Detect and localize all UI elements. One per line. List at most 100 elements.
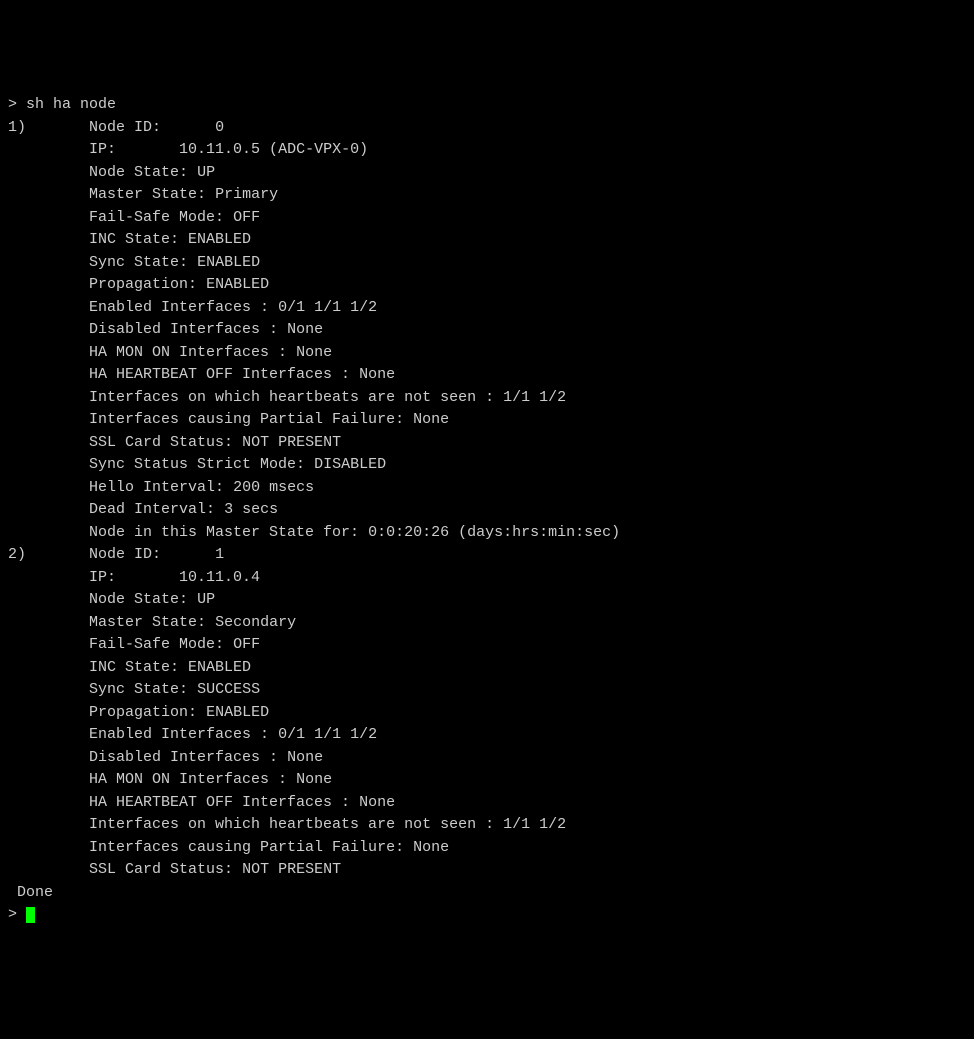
node-line: INC State: ENABLED [8, 229, 966, 252]
field-label: Interfaces causing Partial Failure: [89, 839, 404, 856]
node-index: 1) [8, 119, 26, 136]
node-line: Master State: Primary [8, 184, 966, 207]
field-value: ENABLED [188, 231, 251, 248]
field-value: 0 [215, 119, 224, 136]
node-line: Node in this Master State for: 0:0:20:26… [8, 522, 966, 545]
field-value: 1 [215, 546, 224, 563]
field-value: OFF [233, 209, 260, 226]
command-line: > sh ha node [8, 94, 966, 117]
field-value: DISABLED [314, 456, 386, 473]
node-line: Sync Status Strict Mode: DISABLED [8, 454, 966, 477]
field-value: Primary [215, 186, 278, 203]
node-line: Enabled Interfaces : 0/1 1/1 1/2 [8, 724, 966, 747]
node-line: Node State: UP [8, 589, 966, 612]
field-value: 3 secs [224, 501, 278, 518]
node-line: Propagation: ENABLED [8, 274, 966, 297]
field-label: Node ID: [89, 119, 161, 136]
node-line: SSL Card Status: NOT PRESENT [8, 859, 966, 882]
field-value: None [296, 344, 332, 361]
node-line: HA MON ON Interfaces : None [8, 342, 966, 365]
field-label: Fail-Safe Mode: [89, 209, 224, 226]
field-label: Disabled Interfaces : [89, 749, 278, 766]
node-line: Interfaces on which heartbeats are not s… [8, 814, 966, 837]
node-line: HA MON ON Interfaces : None [8, 769, 966, 792]
field-value: ENABLED [188, 659, 251, 676]
field-label: Propagation: [89, 704, 197, 721]
node-line: Interfaces on which heartbeats are not s… [8, 387, 966, 410]
prompt-symbol: > [8, 96, 17, 113]
node-line: 1) Node ID: 0 [8, 117, 966, 140]
field-value: 1/1 1/2 [503, 389, 566, 406]
node-line: Master State: Secondary [8, 612, 966, 635]
field-value: UP [197, 164, 215, 181]
terminal[interactable]: > sh ha node1) Node ID: 0 IP: 10.11.0.5 … [8, 94, 966, 927]
node-line: INC State: ENABLED [8, 657, 966, 680]
node-line: Interfaces causing Partial Failure: None [8, 409, 966, 432]
field-label: Enabled Interfaces : [89, 299, 269, 316]
field-label: HA MON ON Interfaces : [89, 771, 287, 788]
node-index: 2) [8, 546, 26, 563]
field-label: IP: [89, 569, 116, 586]
field-label: Node State: [89, 591, 188, 608]
field-value: ENABLED [197, 254, 260, 271]
done-text: Done [8, 884, 53, 901]
prompt-line: > [8, 904, 966, 927]
field-value: SUCCESS [197, 681, 260, 698]
command-text: sh ha node [26, 96, 116, 113]
node-line: Dead Interval: 3 secs [8, 499, 966, 522]
field-label: INC State: [89, 231, 179, 248]
prompt-symbol: > [8, 906, 26, 923]
field-label: Node ID: [89, 546, 161, 563]
field-value: 0:0:20:26 (days:hrs:min:sec) [368, 524, 620, 541]
field-label: Propagation: [89, 276, 197, 293]
field-value: None [296, 771, 332, 788]
field-value: 0/1 1/1 1/2 [278, 726, 377, 743]
field-label: IP: [89, 141, 116, 158]
node-line: Hello Interval: 200 msecs [8, 477, 966, 500]
field-label: Node in this Master State for: [89, 524, 359, 541]
field-label: HA HEARTBEAT OFF Interfaces : [89, 794, 350, 811]
node-line: Sync State: SUCCESS [8, 679, 966, 702]
field-value: NOT PRESENT [242, 434, 341, 451]
field-label: Disabled Interfaces : [89, 321, 278, 338]
node-line: Sync State: ENABLED [8, 252, 966, 275]
field-label: HA MON ON Interfaces : [89, 344, 287, 361]
field-label: Sync Status Strict Mode: [89, 456, 305, 473]
field-label: Node State: [89, 164, 188, 181]
field-value: 10.11.0.5 (ADC-VPX-0) [179, 141, 368, 158]
field-label: INC State: [89, 659, 179, 676]
node-line: Disabled Interfaces : None [8, 319, 966, 342]
node-line: Node State: UP [8, 162, 966, 185]
field-label: SSL Card Status: [89, 434, 233, 451]
field-value: UP [197, 591, 215, 608]
node-line: SSL Card Status: NOT PRESENT [8, 432, 966, 455]
field-value: ENABLED [206, 276, 269, 293]
node-line: Propagation: ENABLED [8, 702, 966, 725]
field-label: Master State: [89, 186, 206, 203]
field-value: 1/1 1/2 [503, 816, 566, 833]
field-value: None [359, 366, 395, 383]
node-line: Disabled Interfaces : None [8, 747, 966, 770]
field-label: Sync State: [89, 254, 188, 271]
cursor [26, 907, 35, 923]
field-label: Interfaces on which heartbeats are not s… [89, 816, 494, 833]
field-value: OFF [233, 636, 260, 653]
field-value: 10.11.0.4 [179, 569, 260, 586]
done-line: Done [8, 882, 966, 905]
field-label: HA HEARTBEAT OFF Interfaces : [89, 366, 350, 383]
field-value: None [359, 794, 395, 811]
field-value: None [287, 749, 323, 766]
node-line: IP: 10.11.0.5 (ADC-VPX-0) [8, 139, 966, 162]
field-label: Fail-Safe Mode: [89, 636, 224, 653]
field-value: 0/1 1/1 1/2 [278, 299, 377, 316]
node-line: HA HEARTBEAT OFF Interfaces : None [8, 792, 966, 815]
field-label: Interfaces on which heartbeats are not s… [89, 389, 494, 406]
field-label: Interfaces causing Partial Failure: [89, 411, 404, 428]
node-line: IP: 10.11.0.4 [8, 567, 966, 590]
field-value: 200 msecs [233, 479, 314, 496]
field-value: None [413, 839, 449, 856]
field-label: Hello Interval: [89, 479, 224, 496]
field-label: Master State: [89, 614, 206, 631]
field-value: ENABLED [206, 704, 269, 721]
field-label: Sync State: [89, 681, 188, 698]
